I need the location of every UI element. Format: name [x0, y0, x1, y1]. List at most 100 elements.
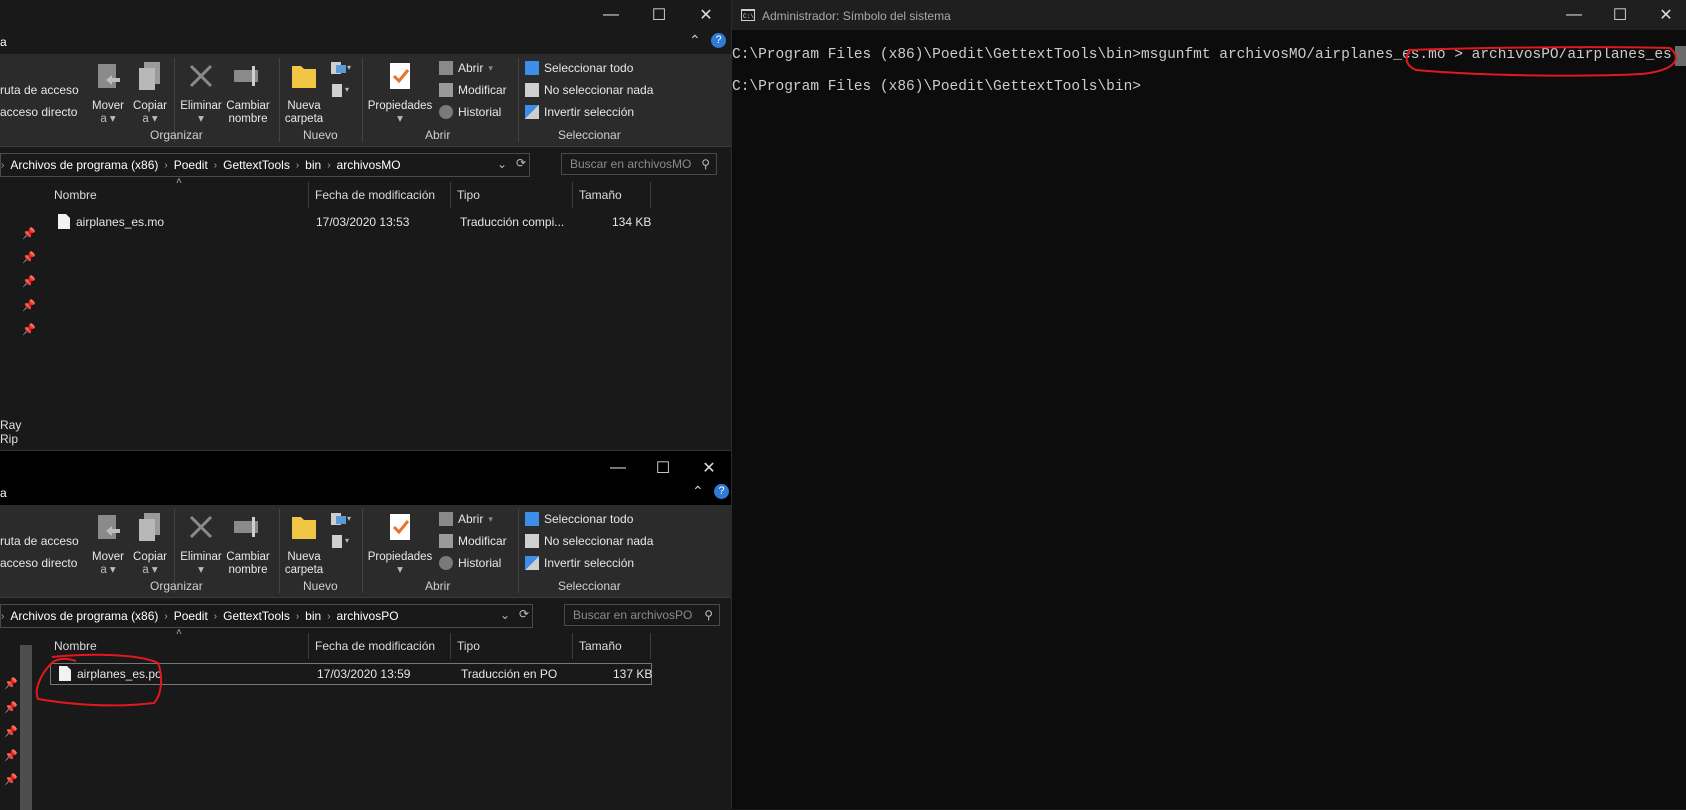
copy-path-label: ruta de acceso [0, 534, 79, 548]
column-header-size[interactable]: Tamaño [573, 633, 651, 659]
close-button[interactable]: ✕ [1643, 0, 1686, 30]
pin-icon[interactable]: 📌 [22, 275, 36, 288]
rename-button[interactable]: Cambiar nombre [225, 511, 271, 577]
select-none-button[interactable]: No seleccionar nada [525, 80, 653, 100]
cmd-window-title: Administrador: Símbolo del sistema [762, 9, 951, 23]
address-bar[interactable]: › Archivos de programa (x86) › Poedit › Ge… [0, 153, 530, 177]
breadcrumb-item[interactable]: archivosPO [337, 609, 399, 623]
breadcrumb-item[interactable]: bin [305, 609, 321, 623]
search-placeholder: Buscar en archivosPO [573, 608, 693, 622]
maximize-button[interactable]: ☐ [636, 0, 682, 30]
file-row[interactable]: airplanes_es.mo 17/03/2020 13:53 Traducc… [48, 212, 656, 232]
maximize-button[interactable]: ☐ [1597, 0, 1643, 30]
new-folder-button[interactable]: Nueva carpeta [284, 511, 324, 577]
new-item-icon[interactable]: ▾ [330, 511, 352, 529]
delete-button[interactable]: Eliminar ▾ [178, 60, 224, 126]
close-button[interactable]: ✕ [686, 453, 732, 483]
properties-button[interactable]: Propiedades ▾ [366, 60, 434, 126]
address-dropdown-icon[interactable]: ⌄ [500, 608, 510, 622]
tab-fragment[interactable]: a [0, 486, 7, 500]
pin-icon[interactable]: 📌 [22, 251, 36, 264]
breadcrumb-item[interactable]: GettextTools [223, 158, 290, 172]
copy-path-button[interactable]: ruta de acceso [0, 80, 79, 100]
pin-icon[interactable]: 📌 [22, 227, 36, 240]
tab-fragment[interactable]: a [0, 35, 7, 49]
copy-path-button[interactable]: ruta de acceso [0, 531, 79, 551]
close-button[interactable]: ✕ [683, 0, 729, 30]
breadcrumb-item[interactable]: Archivos de programa (x86) [10, 609, 158, 623]
minimize-button[interactable]: — [595, 453, 641, 483]
collapse-ribbon-icon[interactable]: ⌃ [689, 32, 701, 49]
address-dropdown-icon[interactable]: ⌄ [497, 157, 507, 171]
pin-icon[interactable]: 📌 [22, 299, 36, 312]
refresh-icon[interactable]: ⟳ [516, 156, 526, 170]
copy-to-button[interactable]: Copiar a ▾ [130, 60, 170, 126]
minimize-button[interactable]: — [588, 0, 634, 30]
select-all-label: Seleccionar todo [544, 61, 634, 75]
open-button[interactable]: Abrir ▾ [439, 509, 493, 529]
cmd-titlebar[interactable]: C:\ Administrador: Símbolo del sistema —… [732, 0, 1686, 30]
help-icon[interactable]: ? [714, 484, 729, 499]
help-icon[interactable]: ? [711, 33, 726, 48]
invert-selection-button[interactable]: Invertir selección [525, 102, 634, 122]
breadcrumb-item[interactable]: Poedit [174, 158, 208, 172]
select-all-icon [525, 512, 539, 526]
easy-access-icon[interactable]: ▾ [330, 82, 352, 100]
breadcrumb-item[interactable]: bin [305, 158, 321, 172]
file-icon [58, 214, 70, 229]
pin-icon[interactable]: 📌 [4, 725, 18, 738]
rename-icon [234, 66, 258, 86]
edit-button[interactable]: Modificar [439, 80, 507, 100]
edit-button[interactable]: Modificar [439, 531, 507, 551]
pin-icon[interactable]: 📌 [4, 749, 18, 762]
minimize-button[interactable]: — [1551, 0, 1597, 30]
nav-item-label[interactable]: Ray Rip [0, 418, 38, 446]
rename-button[interactable]: Cambiar nombre [225, 60, 271, 126]
properties-button[interactable]: Propiedades ▾ [366, 511, 434, 577]
easy-access-icon[interactable]: ▾ [330, 533, 352, 551]
breadcrumb-item[interactable]: archivosMO [337, 158, 401, 172]
explorer-titlebar[interactable]: — ☐ ✕ [0, 451, 733, 481]
move-to-button[interactable]: Mover a ▾ [88, 511, 128, 577]
pin-icon[interactable]: 📌 [4, 701, 18, 714]
paste-shortcut-button[interactable]: acceso directo [0, 102, 77, 122]
breadcrumb-item[interactable]: Poedit [174, 609, 208, 623]
search-icon: ⚲ [701, 157, 710, 171]
column-header-modified[interactable]: Fecha de modificación [309, 633, 451, 659]
new-folder-button[interactable]: Nueva carpeta [284, 60, 324, 126]
refresh-icon[interactable]: ⟳ [519, 607, 529, 621]
column-header-name[interactable]: Nombre [48, 182, 309, 208]
group-label-organize: Organizar [150, 579, 203, 593]
ribbon-tabs: a ⌃ ? [0, 481, 733, 505]
column-header-modified[interactable]: Fecha de modificación [309, 182, 451, 208]
group-label-open: Abrir [425, 128, 451, 142]
pin-icon[interactable]: 📌 [22, 323, 36, 336]
select-all-button[interactable]: Seleccionar todo [525, 509, 633, 529]
move-to-button[interactable]: Mover a ▾ [88, 60, 128, 126]
copy-to-button[interactable]: Copiar a ▾ [130, 511, 170, 577]
select-all-button[interactable]: Seleccionar todo [525, 58, 633, 78]
column-header-type[interactable]: Tipo [451, 182, 573, 208]
search-input[interactable]: Buscar en archivosPO ⚲ [564, 604, 720, 626]
history-button[interactable]: Historial [439, 102, 501, 122]
delete-button[interactable]: Eliminar ▾ [178, 511, 224, 577]
pin-icon[interactable]: 📌 [4, 677, 18, 690]
history-button[interactable]: Historial [439, 553, 501, 573]
collapse-ribbon-icon[interactable]: ⌃ [692, 483, 704, 500]
address-bar[interactable]: › Archivos de programa (x86) › Poedit › Ge… [0, 604, 533, 628]
search-input[interactable]: Buscar en archivosMO ⚲ [561, 153, 717, 175]
paste-shortcut-button[interactable]: acceso directo [0, 553, 77, 573]
open-button[interactable]: Abrir ▾ [439, 58, 493, 78]
column-header-size-label: Tamaño [579, 639, 622, 653]
ribbon: ruta de acceso acceso directo Mover a ▾ … [0, 54, 731, 147]
breadcrumb-item[interactable]: GettextTools [223, 609, 290, 623]
new-item-icon[interactable]: ▾ [330, 60, 352, 78]
column-header-size[interactable]: Tamaño [573, 182, 651, 208]
explorer-titlebar[interactable]: — ☐ ✕ [0, 0, 731, 30]
pin-icon[interactable]: 📌 [4, 773, 18, 786]
invert-selection-button[interactable]: Invertir selección [525, 553, 634, 573]
column-header-type[interactable]: Tipo [451, 633, 573, 659]
breadcrumb-item[interactable]: Archivos de programa (x86) [10, 158, 158, 172]
select-none-button[interactable]: No seleccionar nada [525, 531, 653, 551]
maximize-button[interactable]: ☐ [640, 453, 686, 483]
